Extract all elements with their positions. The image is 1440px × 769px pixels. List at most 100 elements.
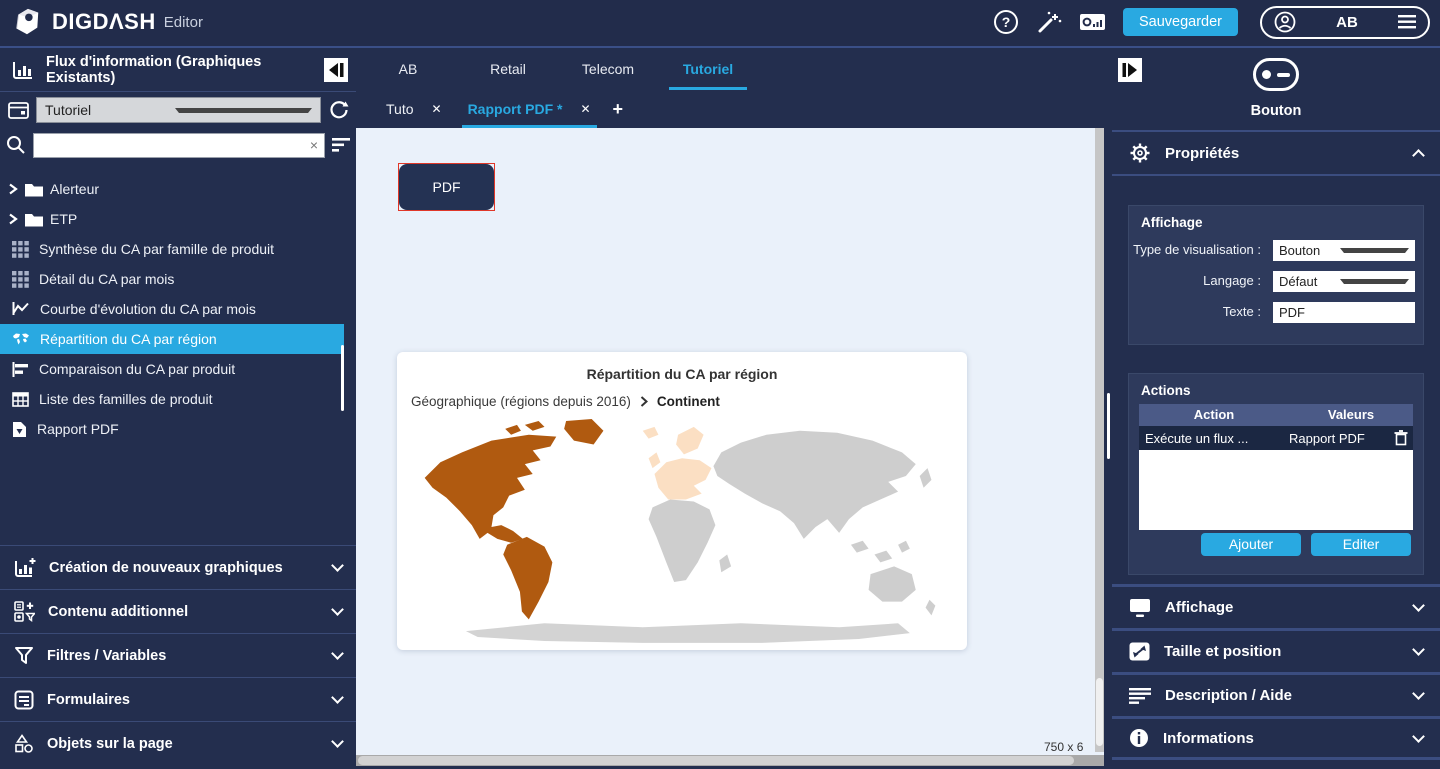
horizontal-scrollbar[interactable]	[356, 755, 1104, 766]
search-row: ×	[0, 128, 356, 162]
chevron-right-icon[interactable]	[8, 213, 18, 225]
tree-item-chart[interactable]: Comparaison du CA par produit	[0, 354, 356, 384]
tree-item-label: Détail du CA par mois	[39, 271, 174, 287]
tree-item-chart-selected[interactable]: Répartition du CA par région	[0, 324, 344, 354]
tree-item-chart[interactable]: Synthèse du CA par famille de produit	[0, 234, 356, 264]
chevron-down-icon	[1412, 730, 1425, 743]
chart-card[interactable]: Répartition du CA par région Géographiqu…	[397, 352, 967, 650]
page-subtabs: Tuto ✕ Rapport PDF * ✕ +	[356, 90, 1104, 128]
trash-icon[interactable]	[1394, 430, 1408, 446]
section-label: Création de nouveaux graphiques	[49, 560, 333, 576]
tab-telecom[interactable]: Telecom	[558, 48, 658, 90]
selected-widget-outline[interactable]: PDF	[398, 163, 495, 211]
tab-ab[interactable]: AB	[358, 48, 458, 90]
edit-action-button[interactable]: Editer	[1311, 533, 1411, 556]
topbar: DIGDΛSH Editor ? Sauvegarder	[0, 0, 1440, 48]
save-button[interactable]: Sauvegarder	[1123, 8, 1238, 36]
tree-item-folder[interactable]: Alerteur	[0, 174, 356, 204]
input-value: PDF	[1279, 305, 1409, 320]
tree-item-label: Rapport PDF	[37, 421, 119, 437]
section-filters-variables[interactable]: Filtres / Variables	[0, 633, 356, 677]
info-icon	[1129, 728, 1149, 748]
subtab-tuto[interactable]: Tuto ✕	[380, 90, 448, 128]
search-input[interactable]	[34, 134, 324, 157]
subtab-rapport-pdf[interactable]: Rapport PDF * ✕	[462, 90, 597, 128]
chevron-up-icon	[1412, 149, 1425, 162]
world-map-chart[interactable]	[407, 414, 957, 644]
horizontal-scrollbar-thumb[interactable]	[358, 756, 1074, 765]
chevron-down-icon	[331, 559, 344, 572]
new-tab-button[interactable]: +	[613, 99, 624, 120]
select-value: Bouton	[1279, 243, 1340, 258]
clear-search-icon[interactable]: ×	[310, 138, 318, 152]
section-description-help[interactable]: Description / Aide	[1112, 672, 1440, 716]
tree-item-chart[interactable]: Rapport PDF	[0, 414, 356, 444]
chevron-down-icon	[331, 691, 344, 704]
tab-retail[interactable]: Retail	[458, 48, 558, 90]
actions-table-header: Action Valeurs	[1139, 404, 1413, 426]
close-tab-icon[interactable]: ✕	[432, 102, 442, 116]
vertical-scrollbar-thumb[interactable]	[1096, 678, 1103, 746]
left-splitter-handle[interactable]	[341, 345, 344, 411]
chevron-down-icon	[331, 647, 344, 660]
properties-section-header[interactable]: Propriétés	[1112, 132, 1440, 174]
report-console-icon[interactable]	[1080, 13, 1105, 31]
page-size-indicator: 750 x 6	[1044, 740, 1083, 754]
text-input[interactable]: PDF	[1273, 302, 1415, 323]
pdf-widget-button[interactable]: PDF	[399, 164, 494, 210]
field-label: Texte :	[1133, 304, 1261, 320]
chevron-right-icon[interactable]	[8, 183, 18, 195]
vertical-scrollbar[interactable]	[1095, 128, 1104, 752]
tab-tutoriel[interactable]: Tutoriel	[658, 48, 758, 90]
add-action-button[interactable]: Ajouter	[1201, 533, 1301, 556]
refresh-icon[interactable]	[328, 99, 350, 121]
flow-folder-select[interactable]: Tutoriel	[36, 97, 321, 123]
portfolio-icon	[8, 101, 29, 120]
hamburger-menu-icon[interactable]	[1398, 15, 1416, 29]
section-create-charts[interactable]: Création de nouveaux graphiques	[0, 545, 356, 589]
tree-item-chart[interactable]: Détail du CA par mois	[0, 264, 356, 294]
visualization-type-select[interactable]: Bouton	[1273, 240, 1415, 261]
button-component-icon	[1253, 58, 1299, 91]
magic-wand-icon[interactable]	[1036, 9, 1062, 35]
collapse-left-panel-icon[interactable]	[324, 58, 348, 82]
filter-list-icon[interactable]	[332, 138, 350, 152]
divider	[1112, 174, 1440, 176]
actions-group: Actions Action Valeurs Exécute un flux .…	[1128, 373, 1424, 575]
flows-tree: Alerteur ETP Synthèse du CA par famille …	[0, 162, 356, 444]
section-page-objects[interactable]: Objets sur la page	[0, 721, 356, 765]
column-header-action: Action	[1139, 404, 1289, 426]
user-initials: AB	[1306, 14, 1388, 31]
section-additional-content[interactable]: Contenu additionnel	[0, 589, 356, 633]
close-tab-icon[interactable]: ✕	[580, 102, 590, 116]
section-informations[interactable]: Informations	[1112, 716, 1440, 760]
table-icon	[12, 392, 29, 407]
map-antarctica	[466, 623, 910, 643]
tree-item-chart[interactable]: Liste des familles de produit	[0, 384, 356, 414]
tree-item-chart[interactable]: Courbe d'évolution du CA par mois	[0, 294, 356, 324]
tabstrip: AB Retail Telecom Tutoriel Tuto ✕ Rappor…	[356, 48, 1104, 128]
map-americas	[425, 419, 604, 619]
table-row[interactable]: Exécute un flux ... Rapport PDF	[1139, 426, 1413, 450]
breadcrumb: Géographique (régions depuis 2016) Conti…	[397, 382, 967, 409]
section-size-position[interactable]: Taille et position	[1112, 628, 1440, 672]
tree-item-folder[interactable]: ETP	[0, 204, 356, 234]
help-icon[interactable]: ?	[994, 10, 1018, 34]
flow-source-row: Tutoriel	[0, 92, 356, 128]
section-display[interactable]: Affichage	[1112, 584, 1440, 628]
tree-item-label: Synthèse du CA par famille de produit	[39, 241, 274, 257]
map-other-continents	[649, 431, 936, 616]
user-menu[interactable]: AB	[1260, 6, 1430, 39]
page-canvas[interactable]: PDF Répartition du CA par région Géograp…	[356, 128, 1104, 766]
chart-plus-icon	[14, 557, 36, 578]
section-forms[interactable]: Formulaires	[0, 677, 356, 721]
language-select[interactable]: Défaut	[1273, 271, 1415, 292]
tree-item-label: Répartition du CA par région	[40, 331, 217, 347]
chevron-down-icon	[1340, 279, 1409, 284]
breadcrumb-root[interactable]: Géographique (régions depuis 2016)	[411, 394, 631, 409]
breadcrumb-current: Continent	[657, 394, 720, 409]
tree-item-label: ETP	[50, 211, 77, 227]
search-icon	[6, 135, 26, 155]
right-splitter-handle[interactable]	[1107, 393, 1110, 459]
world-map-icon	[12, 332, 30, 346]
